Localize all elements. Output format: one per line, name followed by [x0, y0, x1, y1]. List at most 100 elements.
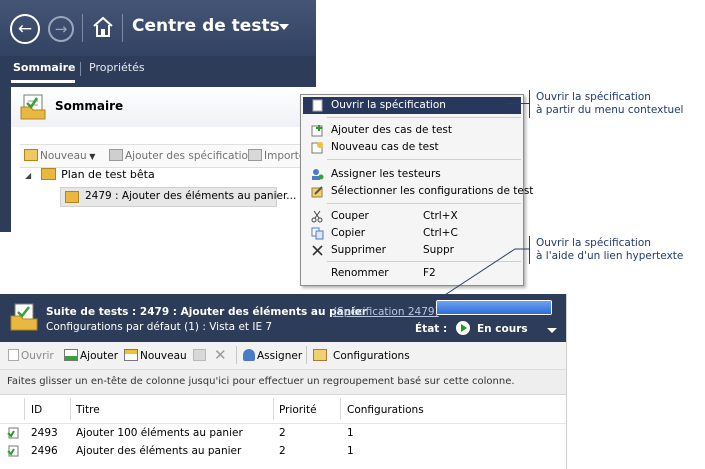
scissors-icon [311, 210, 323, 223]
new-label: Nouveau [140, 350, 187, 362]
assign-button[interactable]: Assigner [243, 349, 302, 362]
suite-folder-icon [65, 191, 79, 203]
tab-sommaire[interactable]: Sommaire [13, 61, 75, 74]
assign-testers-icon [243, 349, 255, 361]
callout-link-line2: à l'aide d'un lien hypertexte [536, 250, 684, 262]
cell-id: 2493 [31, 427, 58, 439]
open-document-icon [8, 349, 19, 361]
summary-toolbar: Nouveau ▼ Ajouter des spécifications Imp… [20, 144, 316, 168]
expand-arrow-icon[interactable]: ◢ [25, 171, 31, 180]
nav-divider [122, 14, 123, 42]
new-test-case-icon [311, 142, 323, 154]
menu-item-select-configs[interactable]: Sélectionner les configurations de test [303, 183, 533, 200]
assign-testers-icon [312, 169, 324, 180]
configurations-label: Configurations [333, 350, 410, 362]
column-divider [340, 398, 341, 420]
state-label: État : [415, 323, 448, 335]
configurations-button[interactable]: Configurations [313, 349, 410, 362]
add-button[interactable]: Ajouter [64, 349, 118, 362]
play-icon [456, 321, 470, 335]
callout-context-line2: à partir du menu contextuel [536, 104, 684, 116]
configurations-icon [311, 186, 323, 198]
menu-item-assign-testers[interactable]: Assigner les testeurs [303, 166, 521, 183]
callout-leader-line [506, 103, 530, 104]
back-icon[interactable]: ← [10, 14, 40, 44]
default-configurations: Configurations par défaut (1) : Vista et… [46, 321, 273, 333]
active-tab-indicator [11, 80, 75, 83]
test-case-icon [7, 445, 19, 457]
toolbar-divider [236, 346, 237, 364]
specification-link[interactable]: (Spécification 2479) [333, 306, 439, 318]
delete-icon [312, 245, 323, 256]
cell-title: Ajouter des éléments au panier [76, 445, 242, 457]
tree-item-suite[interactable]: 2479 : Ajouter des éléments au panier... [60, 187, 296, 207]
delete-icon[interactable]: ✕ [214, 346, 227, 364]
column-divider [70, 398, 71, 420]
new-button[interactable]: Nouveau [124, 349, 187, 362]
new-label: Nouveau [40, 150, 87, 162]
table-row[interactable]: 2496 Ajouter des éléments au panier 2 1 [0, 442, 566, 460]
cell-configurations: 1 [347, 445, 354, 457]
summary-title: Sommaire [55, 99, 124, 113]
cell-priority: 2 [279, 427, 286, 439]
summary-panel: Sommaire Nouveau ▼ Ajouter des spécifica… [11, 87, 316, 232]
plan-label: Plan de test bêta [61, 168, 155, 181]
tab-proprietes[interactable]: Propriétés [89, 61, 145, 74]
callout-link-line1: Ouvrir la spécification [536, 237, 651, 249]
menu-item-new-case[interactable]: Nouveau cas de test [303, 139, 521, 156]
test-center-window: ← → Centre de tests Sommaire Propriétés … [0, 0, 316, 232]
state-dropdown[interactable]: En cours [477, 323, 528, 335]
configurations-icon [313, 349, 327, 361]
menu-item-add-cases[interactable]: Ajouter des cas de test [303, 122, 521, 139]
new-icon [24, 149, 38, 161]
group-by-drop-area[interactable]: Faites glisser un en-tête de colonne jus… [0, 370, 566, 395]
forward-icon[interactable]: → [48, 16, 74, 42]
column-header-priority[interactable]: Priorité [279, 404, 317, 416]
cell-title: Ajouter 100 éléments au panier [76, 427, 243, 439]
new-button[interactable]: Nouveau ▼ [24, 149, 95, 162]
tree-item-plan[interactable]: ◢ Plan de test bêta [25, 168, 155, 181]
app-title: Centre de tests [132, 16, 280, 36]
column-divider [273, 398, 274, 420]
open-button[interactable]: Ouvrir [8, 349, 54, 362]
column-header-title[interactable]: Titre [76, 404, 100, 416]
menu-item-open-spec[interactable]: Ouvrir la spécification [303, 97, 521, 114]
menu-item-cut[interactable]: Couper Ctrl+X [303, 208, 521, 225]
document-icon [312, 99, 323, 112]
table-row[interactable]: 2493 Ajouter 100 éléments au panier 2 1 [0, 424, 566, 442]
add-label: Ajouter [80, 350, 119, 362]
toolbar-divider [306, 346, 307, 364]
callout-bracket [529, 90, 530, 118]
test-case-icon [7, 427, 19, 439]
progress-fill [437, 301, 551, 314]
callout-bracket [529, 236, 530, 264]
column-header-configurations[interactable]: Configurations [347, 404, 424, 416]
panel-border [566, 294, 567, 469]
chevron-down-icon[interactable] [547, 328, 557, 333]
suite-label: 2479 : Ajouter des éléments au panier... [85, 190, 297, 202]
column-header-id[interactable]: ID [31, 404, 42, 416]
cell-id: 2496 [31, 445, 58, 457]
group-hint-text: Faites glisser un en-tête de colonne jus… [7, 376, 515, 387]
open-label: Ouvrir [21, 350, 54, 362]
nav-divider [82, 14, 83, 42]
test-plan-icon [20, 94, 46, 120]
menu-separator [327, 203, 521, 204]
menu-separator [327, 117, 521, 118]
add-specs-button[interactable]: Ajouter des spécifications [109, 149, 260, 162]
dropdown-arrow-icon: ▼ [86, 152, 96, 161]
add-specs-icon [109, 149, 123, 161]
assign-label: Assigner [257, 350, 303, 362]
suite-progress-bar [436, 300, 552, 315]
column-divider [24, 398, 25, 420]
chevron-down-icon[interactable] [279, 24, 289, 30]
callout-context-line1: Ouvrir la spécification [536, 91, 651, 103]
home-icon[interactable] [92, 15, 114, 39]
add-specs-label: Ajouter des spécifications [125, 150, 261, 162]
callout-context-menu: Ouvrir la spécification à partir du menu… [536, 91, 683, 117]
callout-hyperlink: Ouvrir la spécification à l'aide d'un li… [536, 237, 683, 263]
new-test-case-icon [124, 349, 138, 361]
folder-icon [40, 168, 56, 180]
import-icon [248, 149, 262, 161]
copy-icon[interactable] [193, 349, 206, 361]
